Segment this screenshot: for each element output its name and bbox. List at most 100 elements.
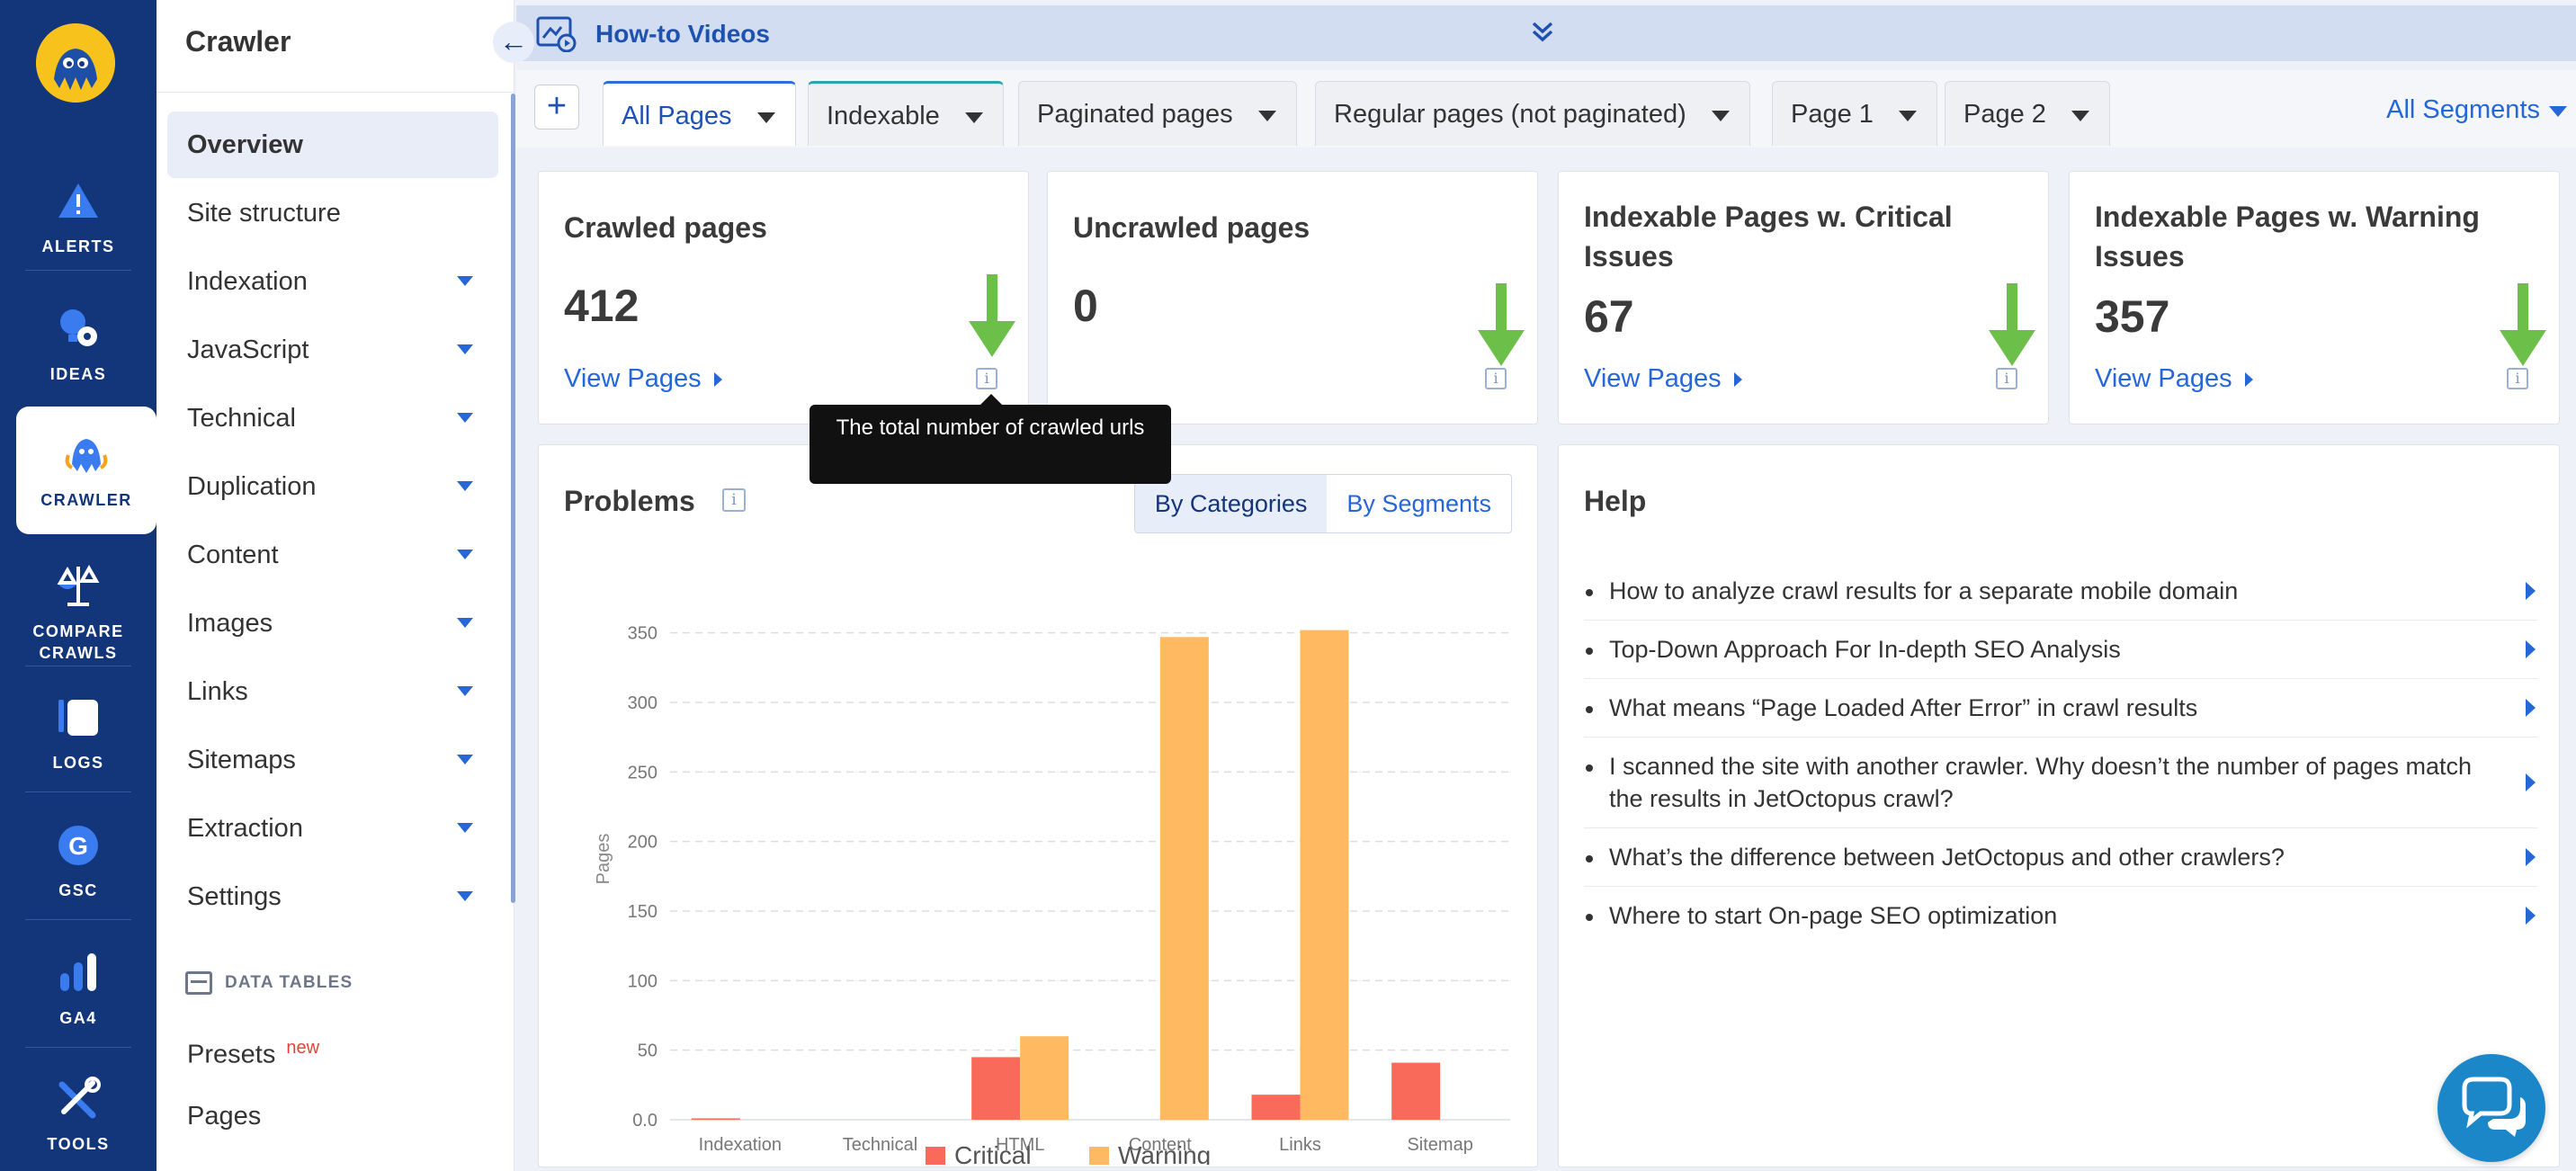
svg-text:G: G	[68, 832, 88, 860]
view-pages-link[interactable]: View Pages	[564, 364, 722, 394]
table-icon	[185, 971, 212, 995]
by-segments-button[interactable]: By Segments	[1327, 475, 1511, 532]
sidebar-item-content[interactable]: Content	[167, 522, 498, 588]
chevron-down-icon	[2071, 111, 2089, 121]
help-title: Help	[1584, 485, 1647, 517]
chevron-down-icon	[457, 686, 473, 696]
legend-swatch	[1089, 1147, 1109, 1165]
help-item[interactable]: I scanned the site with another crawler.…	[1584, 737, 2537, 828]
arrow-down-icon	[1989, 283, 2035, 366]
info-icon[interactable]: i	[1996, 368, 2017, 389]
chevron-down-icon	[457, 276, 473, 286]
info-icon[interactable]: i	[1485, 368, 1507, 389]
chat-button[interactable]	[2437, 1054, 2545, 1162]
rail-gsc[interactable]: G GSC	[0, 797, 157, 925]
info-icon[interactable]: i	[976, 368, 997, 389]
chevron-down-icon	[964, 112, 983, 123]
help-card: Help How to analyze crawl results for a …	[1558, 444, 2560, 1167]
help-item[interactable]: Top-Down Approach For In-depth SEO Analy…	[1584, 621, 2537, 679]
arrow-down-icon	[969, 274, 1015, 357]
rail-tools[interactable]: TOOLS	[0, 1050, 157, 1171]
all-segments-dropdown[interactable]: All Segments	[2386, 95, 2567, 125]
collapse-sidebar-button[interactable]: ←	[493, 22, 534, 63]
x-tick-label: Links	[1279, 1135, 1321, 1155]
caret-right-icon	[2526, 699, 2536, 717]
sidebar-item-sitemaps[interactable]: Sitemaps	[167, 727, 498, 793]
video-tutorial-icon	[536, 16, 577, 52]
y-tick-label: 150	[628, 902, 657, 922]
chevron-down-icon	[756, 112, 775, 123]
rail-crawler[interactable]: CRAWLER	[16, 407, 157, 534]
rail-ga4[interactable]: GA4	[0, 925, 157, 1052]
tab-page-2[interactable]: Page 2	[1945, 81, 2110, 146]
caret-right-icon	[2526, 848, 2536, 866]
problems-title: Problems	[564, 485, 695, 517]
sidebar-item-site-structure[interactable]: Site structure	[167, 180, 498, 246]
rail-logs[interactable]: LOGS	[0, 669, 157, 797]
sidebar-item-presets[interactable]: Presets new	[167, 1015, 498, 1081]
legend-label: Warning	[1118, 1141, 1211, 1165]
help-item[interactable]: What means “Page Loaded After Error” in …	[1584, 679, 2537, 737]
kpi-title: Crawled pages	[564, 211, 767, 244]
info-icon[interactable]: i	[722, 488, 746, 512]
arrow-down-icon	[2500, 283, 2546, 366]
view-pages-link[interactable]: View Pages	[2095, 364, 2253, 394]
kpi-card-uncrawled-pages: Uncrawled pages 0 i	[1047, 171, 1538, 425]
chevron-down-icon	[1711, 111, 1730, 121]
info-icon[interactable]: i	[2507, 368, 2528, 389]
arrow-left-icon: ←	[499, 25, 528, 58]
x-tick-label: Indexation	[699, 1135, 782, 1155]
rail-ideas[interactable]: IDEAS	[0, 281, 157, 408]
app-rail: ALERTS IDEAS CRAWLER COMPARE CRAWLS LOGS…	[0, 0, 157, 1171]
sidebar-item-links[interactable]: Links	[167, 658, 498, 725]
caret-right-icon	[2526, 773, 2536, 791]
help-item[interactable]: How to analyze crawl results for a separ…	[1584, 562, 2537, 621]
kpi-card-crawled-pages: Crawled pages 412 View Pages i	[538, 171, 1029, 425]
y-tick-label: 350	[628, 624, 657, 644]
tab-all-pages[interactable]: All Pages	[603, 81, 796, 146]
tab-regular-pages[interactable]: Regular pages (not paginated)	[1315, 81, 1750, 146]
bar-warning	[1159, 637, 1209, 1120]
tools-icon	[58, 1077, 101, 1119]
add-segment-button[interactable]: +	[534, 85, 579, 130]
bar-critical	[1391, 1062, 1441, 1120]
sidebar-item-duplication[interactable]: Duplication	[167, 453, 498, 520]
tab-indexable[interactable]: Indexable	[808, 81, 1004, 146]
chevron-down-icon	[457, 755, 473, 764]
sidebar-item-extraction[interactable]: Extraction	[167, 795, 498, 862]
y-axis-label: Pages	[594, 834, 613, 885]
sidebar-item-images[interactable]: Images	[167, 590, 498, 657]
caret-right-icon	[2526, 640, 2536, 658]
sidebar-item-technical[interactable]: Technical	[167, 385, 498, 451]
how-to-videos-banner[interactable]: How-to Videos	[516, 5, 2576, 61]
chevron-down-icon	[457, 823, 473, 833]
rail-compare-crawls[interactable]: COMPARE CRAWLS	[0, 538, 157, 666]
help-item[interactable]: What’s the difference between JetOctopus…	[1584, 828, 2537, 887]
tab-paginated-pages[interactable]: Paginated pages	[1018, 81, 1297, 146]
sidebar-item-javascript[interactable]: JavaScript	[167, 317, 498, 383]
sidebar-title: Crawler	[185, 25, 291, 58]
banner-title: How-to Videos	[595, 20, 770, 48]
crawled-pages-tooltip: The total number of crawled urls	[809, 394, 1171, 484]
tab-page-1[interactable]: Page 1	[1772, 81, 1937, 146]
sidebar-section-data-tables: DATA TABLES	[185, 971, 353, 995]
rail-alerts[interactable]: ALERTS	[0, 153, 157, 281]
sidebar-item-indexation[interactable]: Indexation	[167, 248, 498, 315]
kpi-title: Uncrawled pages	[1073, 211, 1310, 244]
help-item[interactable]: Where to start On-page SEO optimization	[1584, 887, 2537, 944]
sidebar-item-settings[interactable]: Settings	[167, 863, 498, 930]
chevron-down-icon	[1257, 111, 1276, 121]
alert-icon	[58, 183, 98, 218]
sidebar-item-pages[interactable]: Pages	[167, 1083, 498, 1149]
view-pages-link[interactable]: View Pages	[1584, 364, 1742, 394]
new-badge: new	[286, 1038, 320, 1058]
sidebar-item-overview[interactable]: Overview	[167, 112, 498, 178]
sidebar-scrollbar[interactable]	[511, 94, 515, 903]
caret-right-icon	[1733, 372, 1742, 388]
octopus-logo-icon[interactable]	[36, 23, 115, 103]
double-chevron-down-icon[interactable]	[1529, 18, 1556, 45]
y-tick-label: 250	[628, 763, 657, 782]
octopus-icon	[65, 439, 108, 473]
problems-view-toggle: By Categories By Segments	[1133, 474, 1512, 533]
google-icon: G	[58, 826, 98, 865]
